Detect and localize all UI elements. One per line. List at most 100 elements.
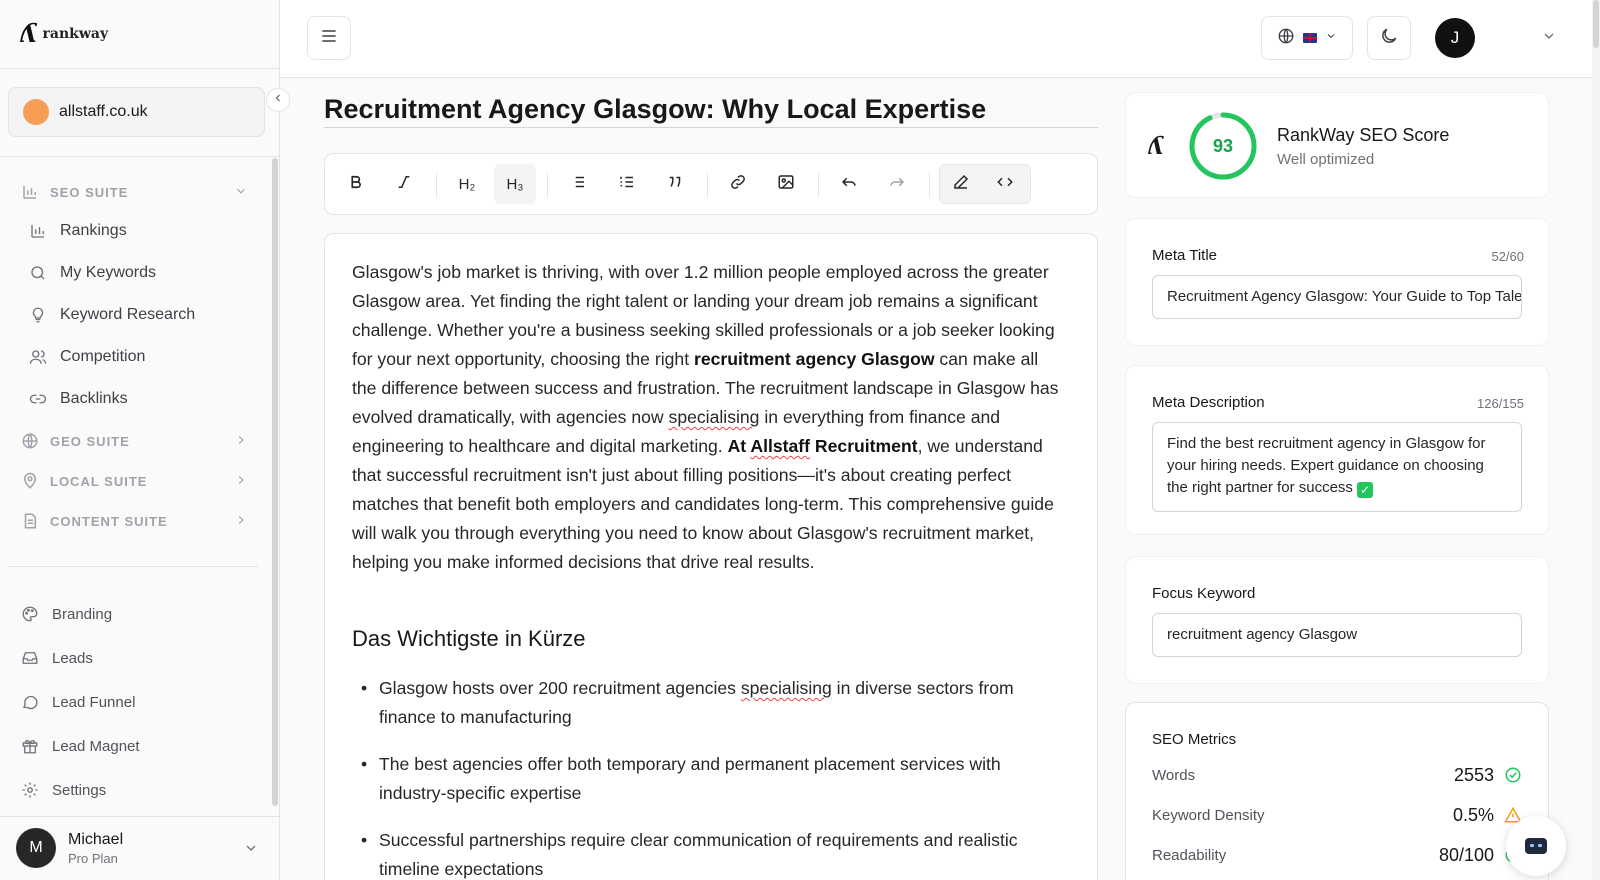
toolbar-separator <box>707 173 708 197</box>
hamburger-icon <box>319 26 339 51</box>
top-bar: J <box>280 0 1592 78</box>
language-selector[interactable] <box>1261 16 1353 60</box>
account-chevron-down-icon[interactable] <box>1541 28 1557 49</box>
undo-button[interactable] <box>828 164 870 204</box>
document-icon <box>20 511 40 531</box>
sidebar-item-competition[interactable]: Competition <box>28 343 258 371</box>
link-icon <box>28 389 48 409</box>
sidebar-item-label: Lead Funnel <box>52 693 136 711</box>
editor-toolbar: H₂ H₃ <box>324 153 1098 215</box>
check-circle-icon <box>1504 766 1522 784</box>
theme-toggle-button[interactable] <box>1367 16 1411 60</box>
sidebar-item-branding[interactable]: Branding <box>20 600 250 628</box>
seo-score-status: Well optimized <box>1277 151 1375 168</box>
chevron-right-icon <box>234 473 248 490</box>
pen-icon[interactable] <box>952 173 970 195</box>
chat-assistant-button[interactable] <box>1506 816 1566 876</box>
lightbulb-icon <box>28 305 48 325</box>
page-scrollbar[interactable] <box>1592 0 1600 880</box>
sidebar-item-label: Leads <box>52 649 93 667</box>
divider <box>0 156 279 157</box>
section-heading: Das Wichtigste in Kürze <box>352 626 586 651</box>
metric-row-words: Words 2553 <box>1152 763 1522 787</box>
spellcheck-word: specialising <box>668 407 760 427</box>
meta-description-count: 126/155 <box>1477 396 1524 411</box>
sidebar-item-label: My Keywords <box>60 264 157 281</box>
blockquote-button[interactable] <box>654 164 696 204</box>
sidebar-item-label: Competition <box>60 348 146 365</box>
uk-flag-icon <box>1303 33 1317 43</box>
account-avatar[interactable]: J <box>1435 18 1475 58</box>
sidebar-scrollbar[interactable] <box>272 158 278 806</box>
image-icon <box>777 173 795 195</box>
sidebar-item-backlinks[interactable]: Backlinks <box>28 385 258 413</box>
bold-keyword: recruitment agency Glasgow <box>693 349 935 369</box>
italic-button[interactable] <box>383 164 425 204</box>
avatar: M <box>16 828 56 868</box>
focus-keyword-card: Focus Keyword recruitment agency Glasgow <box>1125 556 1549 684</box>
insert-link-button[interactable] <box>717 164 759 204</box>
sidebar-item-keyword-research[interactable]: Keyword Research <box>28 301 258 329</box>
rankway-logo-icon: ʎ <box>20 19 37 49</box>
chevron-right-icon <box>234 513 248 530</box>
bullet-list-button[interactable] <box>557 164 599 204</box>
meta-description-card: Meta Description 126/155 Find the best r… <box>1125 365 1549 535</box>
sidebar-item-settings[interactable]: Settings <box>20 776 250 804</box>
ordered-list-icon <box>618 173 636 195</box>
seo-metrics-title: SEO Metrics <box>1152 731 1237 748</box>
brand-name: rankway <box>42 26 109 42</box>
seo-score-card: ʎ 93 RankWay SEO Score Well optimized <box>1125 92 1549 198</box>
intro-paragraph: Glasgow's job market is thriving, with o… <box>352 258 1064 577</box>
bold-button[interactable] <box>335 164 377 204</box>
meta-title-label: Meta Title <box>1152 247 1218 264</box>
sidebar-item-leads[interactable]: Leads <box>20 644 250 672</box>
user-name: Michael <box>68 830 124 848</box>
bot-icon <box>1525 838 1547 854</box>
ordered-list-button[interactable] <box>606 164 648 204</box>
seo-suite-toggle[interactable]: SEO SUITE <box>20 180 248 204</box>
heading-3-button[interactable]: H₃ <box>494 164 536 204</box>
spellcheck-word: specialising <box>740 678 832 698</box>
article-title-input[interactable]: Recruitment Agency Glasgow: Why Local Ex… <box>324 92 1098 128</box>
meta-title-card: Meta Title 52/60 Recruitment Agency Glas… <box>1125 218 1549 346</box>
insert-image-button[interactable] <box>765 164 807 204</box>
geo-suite-toggle[interactable]: GEO SUITE <box>20 429 248 453</box>
quote-icon <box>666 173 684 195</box>
meta-title-input[interactable]: Recruitment Agency Glasgow: Your Guide t… <box>1152 275 1522 319</box>
code-icon[interactable] <box>996 173 1014 195</box>
content-suite-label: CONTENT SUITE <box>50 513 168 529</box>
brand-logo[interactable]: ʎ rankway <box>20 19 109 49</box>
sidebar-item-rankings[interactable]: Rankings <box>28 217 258 245</box>
list-item: The best agencies offer both temporary a… <box>352 750 1064 808</box>
site-selector[interactable]: allstaff.co.uk <box>8 87 265 137</box>
scrollbar-thumb[interactable] <box>1593 0 1599 48</box>
menu-button[interactable] <box>307 16 351 60</box>
bar-chart-icon <box>20 182 40 202</box>
chat-bubble-icon <box>20 692 40 712</box>
chevron-down-icon <box>234 184 248 201</box>
sidebar-item-my-keywords[interactable]: My Keywords <box>28 259 258 287</box>
toolbar-separator <box>436 173 437 197</box>
user-menu[interactable]: M Michael Pro Plan <box>0 816 279 880</box>
heading-2-label: H₂ <box>458 175 476 193</box>
editor-content[interactable]: Glasgow's job market is thriving, with o… <box>324 233 1098 880</box>
sidebar-item-label: Lead Magnet <box>52 737 140 755</box>
collapse-sidebar-button[interactable] <box>266 88 290 112</box>
seo-metrics-card: SEO Metrics Words 2553 Keyword Density 0… <box>1125 702 1549 880</box>
moon-icon <box>1379 26 1399 51</box>
local-suite-toggle[interactable]: LOCAL SUITE <box>20 469 248 493</box>
redo-button[interactable] <box>876 164 918 204</box>
view-mode-toggle[interactable] <box>939 164 1031 204</box>
chevron-right-icon <box>234 433 248 450</box>
divider <box>0 68 279 69</box>
sidebar-item-lead-funnel[interactable]: Lead Funnel <box>20 688 250 716</box>
content-suite-toggle[interactable]: CONTENT SUITE <box>20 509 248 533</box>
toolbar-separator <box>818 173 819 197</box>
metric-label: Keyword Density <box>1152 806 1265 824</box>
meta-description-text: Find the best recruitment agency in Glas… <box>1167 435 1486 496</box>
sidebar-item-lead-magnet[interactable]: Lead Magnet <box>20 732 250 760</box>
focus-keyword-input[interactable]: recruitment agency Glasgow <box>1152 613 1522 657</box>
meta-description-textarea[interactable]: Find the best recruitment agency in Glas… <box>1152 422 1522 512</box>
heading-2-button[interactable]: H₂ <box>446 164 488 204</box>
bold-icon <box>347 173 365 195</box>
